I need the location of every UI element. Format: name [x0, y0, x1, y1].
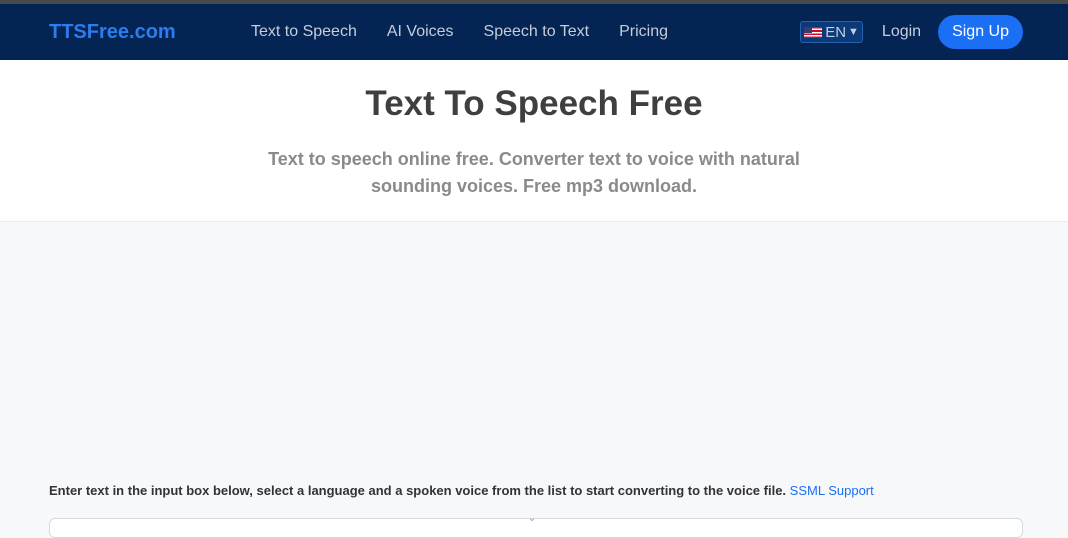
nav-links: Text to Speech AI Voices Speech to Text …	[251, 23, 698, 41]
nav-right: EN ▼ Login Sign Up	[800, 15, 1023, 49]
nav-link-text-to-speech[interactable]: Text to Speech	[251, 23, 357, 41]
language-code: EN	[825, 23, 847, 41]
instructions: Enter text in the input box below, selec…	[0, 483, 1068, 498]
brand-logo[interactable]: TTSFree.com	[49, 21, 251, 44]
signup-button[interactable]: Sign Up	[938, 15, 1023, 49]
ssml-support-link[interactable]: SSML Support	[790, 483, 874, 498]
nav-link-speech-to-text[interactable]: Speech to Text	[484, 23, 590, 41]
nav-link-pricing[interactable]: Pricing	[619, 23, 668, 41]
page-title: Text To Speech Free	[365, 84, 703, 123]
us-flag-icon	[804, 26, 823, 38]
navbar: TTSFree.com Text to Speech AI Voices Spe…	[0, 4, 1068, 60]
login-link[interactable]: Login	[882, 23, 921, 41]
nav-link-ai-voices[interactable]: AI Voices	[387, 23, 454, 41]
chevron-down-icon: ⌄	[528, 513, 537, 524]
ad-placeholder	[0, 222, 1068, 483]
language-select[interactable]: EN ▼	[800, 21, 863, 43]
page-subtitle: Text to speech online free. Converter te…	[268, 149, 800, 196]
chevron-down-icon: ▼	[848, 26, 859, 38]
hero-section: Text To Speech Free Text to speech onlin…	[0, 60, 1068, 222]
instructions-text: Enter text in the input box below, selec…	[49, 483, 787, 498]
